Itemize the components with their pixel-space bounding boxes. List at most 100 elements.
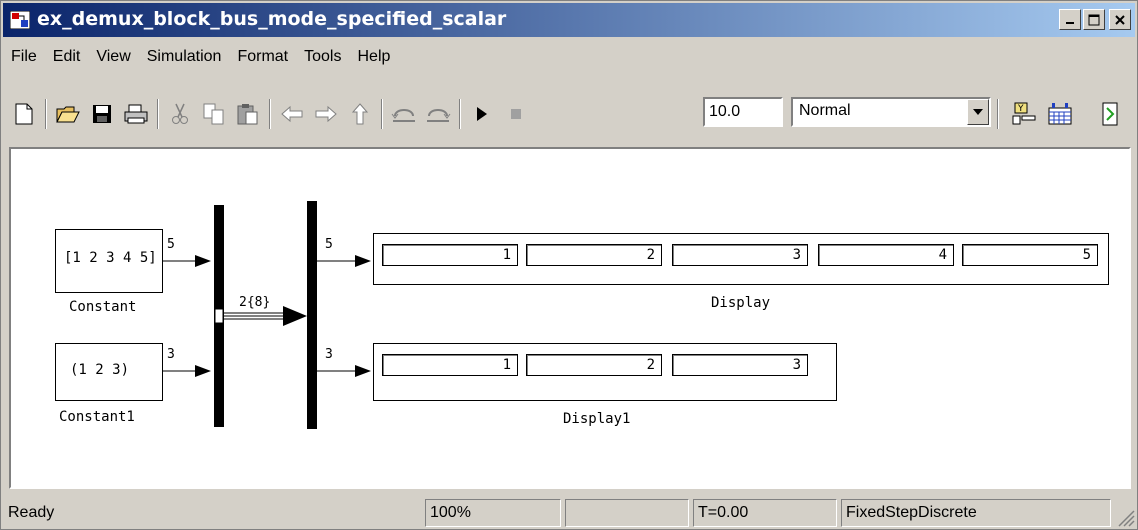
simulink-app-icon — [10, 11, 30, 29]
paste-clipboard-icon — [237, 104, 258, 125]
simulink-window: ex_demux_block_bus_mode_specified_scalar… — [0, 0, 1138, 530]
copy-button[interactable] — [197, 97, 231, 131]
window-title: ex_demux_block_bus_mode_specified_scalar — [37, 8, 507, 30]
constant1-value: (1 2 3) — [70, 362, 130, 378]
toolbar-separator — [997, 99, 999, 129]
display-label: Display — [711, 295, 771, 311]
menu-file[interactable]: File — [3, 42, 45, 72]
cut-button[interactable] — [163, 97, 197, 131]
display-value-cell: 1 — [382, 244, 518, 266]
toolbar-separator — [459, 99, 461, 129]
display1-label: Display1 — [563, 411, 631, 427]
library-browser-button[interactable]: Y — [1007, 97, 1041, 131]
play-icon — [477, 107, 487, 121]
model-canvas[interactable]: [1 2 3 4 5] Constant 5 (1 2 3) Constant1… — [9, 147, 1131, 489]
chevron-down-icon — [973, 109, 983, 115]
go-to-parent-button[interactable] — [343, 97, 377, 131]
arrow-right-icon — [315, 105, 337, 123]
menu-bar: File Edit View Simulation Format Tools H… — [3, 42, 1135, 72]
display1-block[interactable]: 1 2 3 — [373, 343, 837, 401]
status-time: T=0.00 — [693, 499, 837, 527]
copy-icon — [203, 103, 224, 125]
title-bar[interactable]: ex_demux_block_bus_mode_specified_scalar — [3, 3, 1135, 37]
stop-simulation-button[interactable] — [499, 97, 533, 131]
bus-port-marker — [214, 308, 224, 324]
new-model-button[interactable] — [7, 97, 41, 131]
maximize-icon — [1088, 14, 1100, 25]
minimize-button[interactable] — [1059, 9, 1081, 30]
stop-time-input[interactable]: 10.0 — [703, 97, 783, 127]
back-button[interactable] — [275, 97, 309, 131]
display-block[interactable]: 1 2 3 4 5 — [373, 233, 1109, 285]
arrow-up-icon — [351, 103, 369, 125]
toolbar-separator — [45, 99, 47, 129]
open-button[interactable] — [51, 97, 85, 131]
resize-grip-icon[interactable] — [1115, 507, 1135, 527]
display-value-cell: 2 — [526, 244, 662, 266]
toolbar-separator — [269, 99, 271, 129]
signal-width-label: 3 — [325, 347, 333, 362]
arrow-head — [355, 365, 371, 377]
menu-simulation[interactable]: Simulation — [139, 42, 230, 72]
redo-button[interactable] — [421, 97, 455, 131]
open-folder-icon — [56, 106, 80, 123]
undo-icon — [391, 109, 415, 122]
close-icon — [1115, 14, 1125, 25]
status-state: Ready — [8, 504, 55, 521]
signal-width-label: 5 — [325, 237, 333, 252]
paste-button[interactable] — [231, 97, 265, 131]
debugger-icon — [1102, 102, 1118, 126]
arrow-left-icon — [281, 105, 303, 123]
constant-block[interactable]: [1 2 3 4 5] — [55, 229, 163, 293]
toolbar-separator — [381, 99, 383, 129]
debugger-button[interactable] — [1093, 97, 1127, 131]
menu-format[interactable]: Format — [229, 42, 296, 72]
start-simulation-button[interactable] — [465, 97, 499, 131]
save-disk-icon — [93, 105, 111, 123]
cut-scissors-icon — [172, 103, 188, 124]
arrow-head — [195, 365, 211, 377]
constant1-block[interactable]: (1 2 3) — [55, 343, 163, 401]
display-value-cell: 4 — [818, 244, 954, 266]
save-button[interactable] — [85, 97, 119, 131]
constant1-label: Constant1 — [59, 409, 135, 425]
simulation-mode-value: Normal — [799, 102, 851, 119]
status-zoom: 100% — [425, 499, 561, 527]
undo-button[interactable] — [387, 97, 421, 131]
printer-icon — [124, 104, 148, 124]
arrow-head — [195, 255, 211, 267]
forward-button[interactable] — [309, 97, 343, 131]
display1-value-cell: 1 — [382, 354, 518, 376]
library-browser-icon: Y — [1012, 102, 1036, 125]
display1-value-cell: 3 — [672, 354, 808, 376]
model-explorer-button[interactable] — [1043, 97, 1077, 131]
menu-edit[interactable]: Edit — [45, 42, 89, 72]
arrow-head — [283, 306, 307, 326]
arrow-head — [355, 255, 371, 267]
menu-tools[interactable]: Tools — [296, 42, 349, 72]
svg-text:Y: Y — [1017, 104, 1024, 114]
status-solver: FixedStepDiscrete — [841, 499, 1111, 527]
dropdown-button[interactable] — [967, 99, 989, 125]
signal-width-label: 3 — [167, 347, 175, 362]
constant-label: Constant — [69, 299, 137, 315]
close-button[interactable] — [1109, 9, 1131, 30]
stop-icon — [511, 109, 521, 119]
redo-icon — [427, 109, 451, 122]
menu-view[interactable]: View — [88, 42, 138, 72]
display-value-cell: 3 — [672, 244, 808, 266]
new-document-icon — [15, 103, 33, 125]
status-bar: Ready 100% T=0.00 FixedStepDiscrete — [3, 499, 1137, 529]
display1-value-cell: 2 — [526, 354, 662, 376]
bus-label: 2{8} — [239, 295, 271, 310]
constant-value: [1 2 3 4 5] — [64, 250, 157, 266]
status-empty — [565, 499, 689, 527]
minimize-icon — [1066, 21, 1074, 24]
print-button[interactable] — [119, 97, 153, 131]
demux-block — [307, 201, 317, 429]
maximize-button[interactable] — [1083, 9, 1105, 30]
display-value-cell: 5 — [962, 244, 1098, 266]
simulation-mode-select[interactable]: Normal — [791, 97, 991, 127]
model-explorer-icon — [1048, 103, 1072, 125]
menu-help[interactable]: Help — [349, 42, 398, 72]
